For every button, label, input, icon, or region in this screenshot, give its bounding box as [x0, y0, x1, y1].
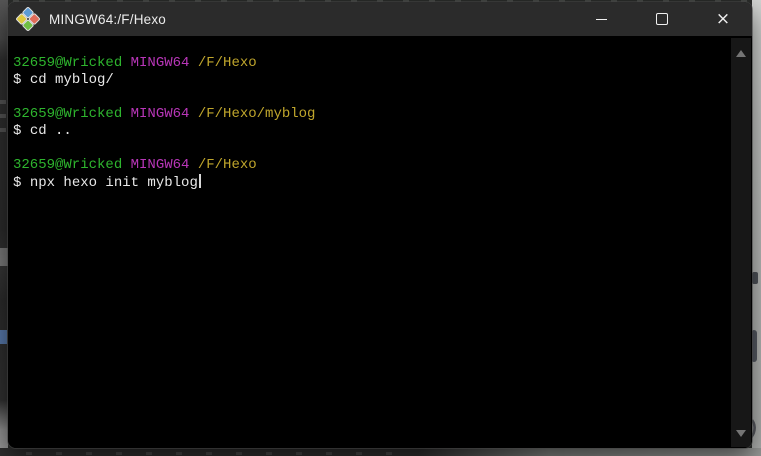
background-artifact	[0, 330, 7, 344]
command-line: $ cd myblog/	[13, 72, 722, 89]
title-bar[interactable]: MINGW64:/F/Hexo ×	[8, 2, 752, 36]
scrollbar-up-icon[interactable]	[736, 50, 746, 57]
prompt-symbol: $	[13, 123, 22, 139]
background-artifact	[10, 452, 410, 455]
prompt-symbol: $	[13, 72, 22, 88]
text-cursor	[198, 174, 201, 188]
maximize-button[interactable]	[639, 2, 685, 36]
minimize-button[interactable]	[578, 2, 624, 36]
diamond-logo-icon	[16, 7, 40, 30]
minimize-icon	[595, 18, 607, 20]
command-text: cd ..	[29, 123, 72, 139]
terminal-scrollbar[interactable]	[731, 38, 751, 447]
background-window-left-edge	[0, 0, 8, 456]
command-text: npx hexo init myblog	[29, 175, 198, 191]
maximize-icon	[656, 13, 668, 25]
cwd-path: /F/Hexo/myblog	[197, 106, 316, 122]
command-line: $ cd ..	[13, 123, 722, 140]
cwd-path: /F/Hexo	[197, 55, 257, 71]
terminal-area[interactable]: 32659@Wricked MINGW64 /F/Hexo $ cd myblo…	[8, 36, 752, 448]
user-host: 32659@Wricked	[13, 106, 123, 122]
env-name: MINGW64	[130, 106, 190, 122]
env-name: MINGW64	[130, 55, 190, 71]
scrollbar-down-icon[interactable]	[736, 430, 746, 437]
window-title: MINGW64:/F/Hexo	[49, 11, 167, 27]
command-text: cd myblog/	[29, 72, 114, 88]
command-line: $ npx hexo init myblog	[13, 174, 722, 191]
caption-buttons: ×	[578, 2, 746, 36]
env-name: MINGW64	[130, 157, 190, 173]
close-button[interactable]: ×	[700, 2, 746, 36]
prompt-symbol: $	[13, 175, 22, 191]
mintty-terminal-window: MINGW64:/F/Hexo × 32659@Wricked MINGW64 …	[7, 1, 753, 449]
prompt-line: 32659@Wricked MINGW64 /F/Hexo	[13, 157, 722, 174]
prompt-line: 32659@Wricked MINGW64 /F/Hexo/myblog	[13, 106, 722, 123]
user-host: 32659@Wricked	[13, 157, 123, 173]
terminal-output: 32659@Wricked MINGW64 /F/Hexo $ cd myblo…	[8, 36, 752, 191]
close-icon: ×	[715, 8, 731, 29]
msys2-app-icon	[16, 7, 40, 30]
user-host: 32659@Wricked	[13, 55, 123, 71]
background-artifact	[0, 100, 6, 140]
background-window-right-edge	[752, 0, 761, 456]
background-artifact	[752, 272, 758, 284]
background-artifact	[0, 248, 8, 266]
prompt-line: 32659@Wricked MINGW64 /F/Hexo	[13, 55, 722, 72]
cwd-path: /F/Hexo	[197, 157, 257, 173]
